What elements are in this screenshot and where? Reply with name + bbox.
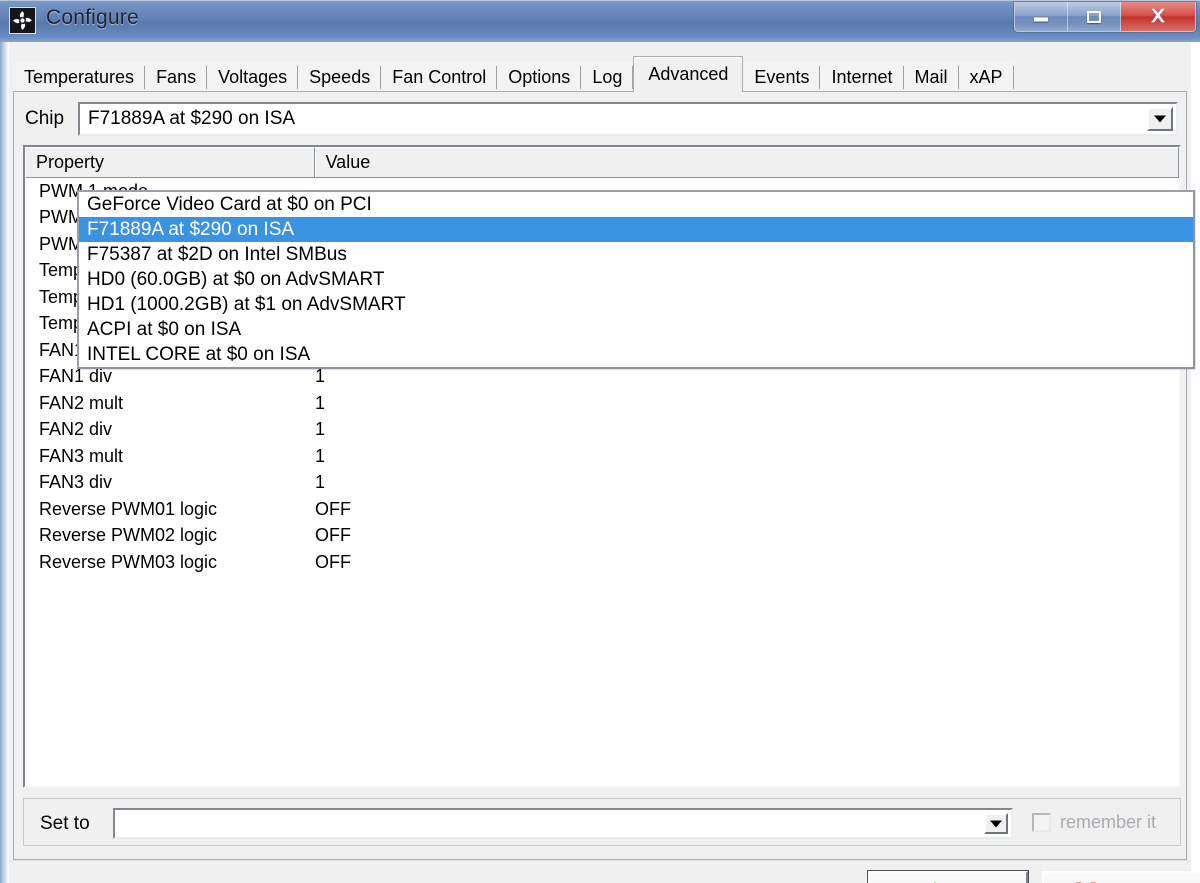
column-header-property[interactable]: Property xyxy=(25,147,315,178)
chip-label: Chip xyxy=(25,108,65,129)
window-title: Configure xyxy=(46,6,139,29)
minimize-button[interactable] xyxy=(1015,2,1068,31)
tab-fan-control[interactable]: Fan Control xyxy=(381,62,498,92)
maximize-icon xyxy=(1087,10,1101,23)
window-frame: Configure Temperatures Fans Voltages Spe… xyxy=(0,0,1200,883)
tab-label: Fans xyxy=(156,66,197,87)
property-name: FAN3 mult xyxy=(39,445,124,466)
chip-selector-row: Chip F71889A at $290 on ISA xyxy=(21,102,1181,136)
property-value: 1 xyxy=(315,392,326,413)
property-name: Reverse PWM01 logic xyxy=(39,498,218,519)
chip-combobox[interactable]: F71889A at $290 on ISA xyxy=(78,102,1178,136)
dropdown-option[interactable]: HD1 (1000.2GB) at $1 on AdvSMART xyxy=(79,292,1193,317)
tab-speeds[interactable]: Speeds xyxy=(298,62,382,92)
tab-label: Events xyxy=(754,66,810,87)
tab-label: Log xyxy=(592,66,623,87)
property-name: Reverse PWM02 logic xyxy=(39,525,218,546)
tab-label: Advanced xyxy=(648,64,729,84)
close-icon xyxy=(1147,5,1169,28)
title-bar: Configure xyxy=(0,0,1200,42)
tab-label: Fan Control xyxy=(392,66,487,87)
property-value: OFF xyxy=(315,498,351,519)
dropdown-option[interactable]: GeForce Video Card at $0 on PCI xyxy=(79,192,1193,217)
tab-events[interactable]: Events xyxy=(743,62,821,92)
property-name: FAN3 div xyxy=(39,472,113,493)
remember-it-label: remember it xyxy=(1060,812,1157,832)
property-name: FAN2 div xyxy=(39,419,113,440)
property-name: FAN1 div xyxy=(39,366,113,387)
tab-bar: Temperatures Fans Voltages Speeds Fan Contro… xyxy=(13,56,1187,92)
dropdown-option[interactable]: INTEL CORE at $0 on ISA xyxy=(79,342,1193,367)
property-value: 1 xyxy=(315,419,326,440)
table-row[interactable]: FAN3 mult 1 xyxy=(25,443,1179,470)
dropdown-option[interactable]: HD0 (60.0GB) at $0 on AdvSMART xyxy=(79,267,1193,292)
listview-header: Property Value xyxy=(25,147,1179,178)
fan-icon xyxy=(9,7,36,34)
ok-button[interactable]: OK xyxy=(868,871,1028,883)
window-controls xyxy=(1014,2,1196,32)
tab-internet[interactable]: Internet xyxy=(820,62,904,92)
property-value: OFF xyxy=(315,551,351,572)
remember-it-checkbox[interactable] xyxy=(1032,813,1051,832)
table-row[interactable]: Reverse PWM03 logic OFF xyxy=(25,549,1179,576)
minimize-icon xyxy=(1034,17,1048,21)
column-header-value[interactable]: Value xyxy=(314,147,1179,178)
cancel-button[interactable]: Cancel xyxy=(1042,871,1200,883)
tab-label: xAP xyxy=(969,66,1003,87)
chevron-down-icon[interactable] xyxy=(984,813,1008,834)
tab-log[interactable]: Log xyxy=(581,62,634,92)
property-value: 1 xyxy=(315,366,326,387)
table-row[interactable]: Reverse PWM01 logic OFF xyxy=(25,496,1179,523)
close-button[interactable] xyxy=(1121,2,1195,31)
tab-voltages[interactable]: Voltages xyxy=(207,62,299,92)
chip-dropdown-list[interactable]: GeForce Video Card at $0 on PCI F71889A a… xyxy=(77,190,1195,369)
table-row[interactable]: FAN2 div 1 xyxy=(25,417,1179,444)
chip-combobox-value: F71889A at $290 on ISA xyxy=(88,108,296,129)
client-area: Temperatures Fans Voltages Speeds Fan Contro… xyxy=(9,42,1200,883)
property-value: 1 xyxy=(315,472,326,493)
table-row[interactable]: FAN3 div 1 xyxy=(25,470,1179,497)
tab-label: Mail xyxy=(914,66,948,87)
tab-label: Options xyxy=(508,66,571,87)
table-row[interactable]: Reverse PWM02 logic OFF xyxy=(25,523,1179,550)
tab-temperatures[interactable]: Temperatures xyxy=(13,62,146,92)
tab-mail[interactable]: Mail xyxy=(903,62,959,92)
property-name: FAN2 mult xyxy=(39,392,124,413)
tab-label: Speeds xyxy=(309,66,371,87)
dropdown-option[interactable]: ACPI at $0 on ISA xyxy=(79,317,1193,342)
dropdown-option[interactable]: F71889A at $290 on ISA xyxy=(79,217,1193,242)
remember-it-checkbox-wrap[interactable]: remember it xyxy=(1032,812,1156,833)
tab-advanced[interactable]: Advanced xyxy=(633,56,744,92)
maximize-button[interactable] xyxy=(1068,2,1121,31)
tab-fans[interactable]: Fans xyxy=(145,62,208,92)
property-value: OFF xyxy=(315,525,351,546)
tab-options[interactable]: Options xyxy=(497,62,582,92)
tab-label: Internet xyxy=(831,66,893,87)
tab-xap[interactable]: xAP xyxy=(958,62,1014,92)
property-name: Reverse PWM03 logic xyxy=(39,551,218,572)
tab-label: Temperatures xyxy=(24,66,135,87)
property-value: 1 xyxy=(315,445,326,466)
table-row[interactable]: FAN2 mult 1 xyxy=(25,390,1179,417)
speedfan-configure-window: Configure Temperatures Fans Voltages Spe… xyxy=(0,0,1200,883)
set-to-combobox[interactable] xyxy=(113,808,1013,839)
set-to-label: Set to xyxy=(40,813,90,834)
tab-label: Voltages xyxy=(218,66,288,87)
set-to-panel: Set to remember it xyxy=(23,798,1181,846)
dropdown-option[interactable]: F75387 at $2D on Intel SMBus xyxy=(79,242,1193,267)
dialog-footer: OK Cancel xyxy=(9,860,1200,883)
chevron-down-icon[interactable] xyxy=(1147,107,1173,131)
